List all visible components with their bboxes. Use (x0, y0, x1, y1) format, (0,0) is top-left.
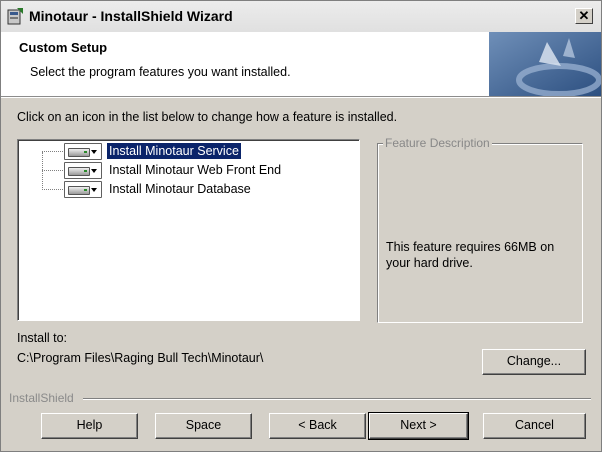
brand-divider (83, 398, 591, 400)
close-icon: ✕ (578, 8, 590, 23)
cancel-button[interactable]: Cancel (483, 413, 586, 439)
installshield-logo-graphic (489, 32, 601, 96)
feature-item-database[interactable]: Install Minotaur Database (18, 180, 348, 198)
feature-tree[interactable]: Install Minotaur Service Install Minotau… (17, 139, 360, 321)
header-banner: Custom Setup Select the program features… (1, 32, 601, 97)
banner-separator (1, 97, 601, 98)
feature-label[interactable]: Install Minotaur Service (106, 142, 242, 160)
feature-label[interactable]: Install Minotaur Web Front End (107, 162, 283, 178)
next-button[interactable]: Next > (368, 412, 469, 440)
feature-description-text: This feature requires 66MB on your hard … (386, 240, 555, 270)
tree-branch (42, 170, 63, 171)
feature-item-web-front-end[interactable]: Install Minotaur Web Front End (18, 161, 348, 179)
instruction-text: Click on an icon in the list below to ch… (17, 110, 398, 124)
dropdown-arrow-icon (91, 150, 97, 154)
hard-drive-icon (68, 167, 90, 176)
install-path: C:\Program Files\Raging Bull Tech\Minota… (17, 351, 264, 365)
page-title: Custom Setup (19, 40, 108, 55)
title-bar[interactable]: Minotaur - InstallShield Wizard ✕ (1, 1, 601, 33)
window-title: Minotaur - InstallShield Wizard (29, 8, 233, 24)
space-button[interactable]: Space (155, 413, 252, 439)
dropdown-arrow-icon (91, 188, 97, 192)
hard-drive-icon (68, 186, 90, 195)
page-subtitle: Select the program features you want ins… (30, 65, 291, 79)
installer-app-icon (7, 8, 23, 25)
feature-install-dropdown[interactable] (64, 181, 102, 198)
hard-drive-icon (68, 148, 90, 157)
install-to-label: Install to: (17, 331, 68, 345)
feature-item-service[interactable]: Install Minotaur Service (18, 142, 348, 160)
tree-branch (42, 189, 63, 190)
close-button[interactable]: ✕ (575, 8, 593, 24)
feature-install-dropdown[interactable] (64, 162, 102, 179)
help-button[interactable]: Help (41, 413, 138, 439)
tree-branch (42, 151, 63, 152)
installshield-brand-label: InstallShield (9, 391, 74, 405)
back-button[interactable]: < Back (269, 413, 366, 439)
feature-description-legend: Feature Description (383, 136, 492, 150)
feature-description-group (377, 143, 583, 323)
change-button[interactable]: Change... (482, 349, 586, 375)
feature-install-dropdown[interactable] (64, 143, 102, 160)
feature-label[interactable]: Install Minotaur Database (107, 181, 253, 197)
dropdown-arrow-icon (91, 169, 97, 173)
installer-window: Minotaur - InstallShield Wizard ✕ Custom… (0, 0, 602, 452)
